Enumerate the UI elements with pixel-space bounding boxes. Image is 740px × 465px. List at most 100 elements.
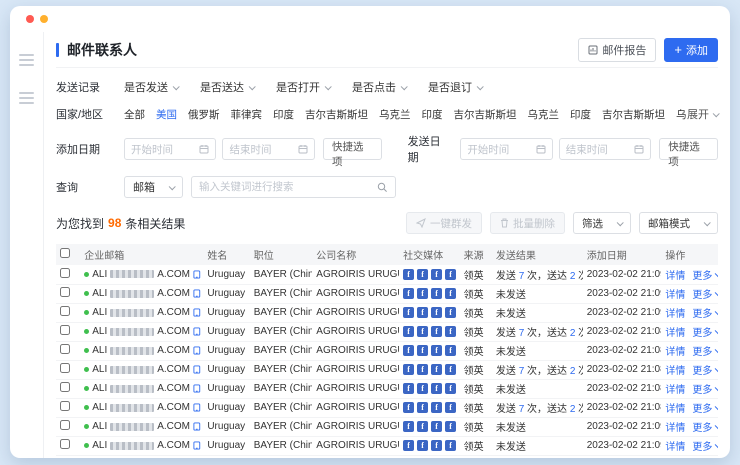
- row-checkbox[interactable]: [60, 401, 70, 411]
- more-link[interactable]: 更多: [692, 381, 718, 396]
- facebook-icon[interactable]: f: [445, 440, 456, 451]
- country-option[interactable]: 吉尔吉斯斯坦: [305, 107, 368, 122]
- detail-link[interactable]: 详情: [665, 309, 685, 320]
- more-link[interactable]: 更多: [692, 286, 718, 301]
- facebook-icon[interactable]: f: [403, 326, 414, 337]
- email-report-button[interactable]: 邮件报告: [578, 38, 656, 62]
- more-link[interactable]: 更多: [692, 419, 718, 434]
- country-option[interactable]: 吉尔吉斯斯坦: [454, 107, 517, 122]
- detail-link[interactable]: 详情: [665, 290, 685, 301]
- send-record-option[interactable]: 是否打开: [276, 79, 330, 95]
- country-option[interactable]: 乌克兰: [676, 107, 687, 122]
- facebook-icon[interactable]: f: [445, 307, 456, 318]
- facebook-icon[interactable]: f: [445, 288, 456, 299]
- more-link[interactable]: 更多: [692, 400, 718, 415]
- send-record-option[interactable]: 是否送达: [200, 79, 254, 95]
- facebook-icon[interactable]: f: [417, 307, 428, 318]
- country-option[interactable]: 全部: [124, 107, 145, 122]
- mode-select[interactable]: 邮箱模式: [639, 212, 718, 234]
- facebook-icon[interactable]: f: [417, 440, 428, 451]
- query-field-select[interactable]: 邮箱: [124, 176, 183, 198]
- phone-icon[interactable]: [193, 384, 202, 393]
- add-date-start-input[interactable]: 开始时间: [124, 138, 216, 160]
- facebook-icon[interactable]: f: [445, 326, 456, 337]
- facebook-icon[interactable]: f: [403, 440, 414, 451]
- add-date-quick-button[interactable]: 快捷选项: [323, 138, 382, 160]
- facebook-icon[interactable]: f: [431, 269, 442, 280]
- send-record-option[interactable]: 是否点击: [352, 79, 406, 95]
- facebook-icon[interactable]: f: [403, 307, 414, 318]
- detail-link[interactable]: 详情: [665, 423, 685, 434]
- more-link[interactable]: 更多: [692, 438, 718, 453]
- facebook-icon[interactable]: f: [431, 364, 442, 375]
- facebook-icon[interactable]: f: [431, 383, 442, 394]
- facebook-icon[interactable]: f: [417, 288, 428, 299]
- facebook-icon[interactable]: f: [431, 307, 442, 318]
- facebook-icon[interactable]: f: [403, 364, 414, 375]
- phone-icon[interactable]: [193, 289, 202, 298]
- menu-icon[interactable]: [19, 92, 34, 104]
- facebook-icon[interactable]: f: [431, 402, 442, 413]
- facebook-icon[interactable]: f: [431, 440, 442, 451]
- more-link[interactable]: 更多: [692, 324, 718, 339]
- facebook-icon[interactable]: f: [445, 364, 456, 375]
- row-checkbox[interactable]: [60, 287, 70, 297]
- search-icon[interactable]: [377, 182, 388, 193]
- phone-icon[interactable]: [193, 308, 202, 317]
- phone-icon[interactable]: [193, 270, 202, 279]
- phone-icon[interactable]: [193, 327, 202, 336]
- detail-link[interactable]: 详情: [665, 404, 685, 415]
- send-date-end-input[interactable]: 结束时间: [559, 138, 651, 160]
- country-option[interactable]: 印度: [422, 107, 443, 122]
- more-link[interactable]: 更多: [692, 305, 718, 320]
- row-checkbox[interactable]: [60, 420, 70, 430]
- send-record-option[interactable]: 是否发送: [124, 79, 178, 95]
- row-checkbox[interactable]: [60, 306, 70, 316]
- facebook-icon[interactable]: f: [403, 402, 414, 413]
- country-option[interactable]: 印度: [570, 107, 591, 122]
- row-checkbox[interactable]: [60, 268, 70, 278]
- detail-link[interactable]: 详情: [665, 271, 685, 282]
- facebook-icon[interactable]: f: [417, 364, 428, 375]
- facebook-icon[interactable]: f: [417, 402, 428, 413]
- detail-link[interactable]: 详情: [665, 366, 685, 377]
- facebook-icon[interactable]: f: [445, 345, 456, 356]
- send-date-start-input[interactable]: 开始时间: [460, 138, 552, 160]
- facebook-icon[interactable]: f: [431, 326, 442, 337]
- mass-send-button[interactable]: 一键群发: [406, 212, 482, 234]
- country-option[interactable]: 印度: [273, 107, 294, 122]
- facebook-icon[interactable]: f: [403, 288, 414, 299]
- phone-icon[interactable]: [193, 365, 202, 374]
- detail-link[interactable]: 详情: [665, 328, 685, 339]
- facebook-icon[interactable]: f: [403, 269, 414, 280]
- window-minimize-dot[interactable]: [40, 15, 48, 23]
- select-all-checkbox[interactable]: [60, 248, 70, 258]
- facebook-icon[interactable]: f: [431, 345, 442, 356]
- phone-icon[interactable]: [193, 346, 202, 355]
- facebook-icon[interactable]: f: [431, 421, 442, 432]
- window-close-dot[interactable]: [26, 15, 34, 23]
- detail-link[interactable]: 详情: [665, 442, 685, 453]
- expand-toggle[interactable]: 展开: [687, 106, 718, 122]
- facebook-icon[interactable]: f: [403, 383, 414, 394]
- more-link[interactable]: 更多: [692, 362, 718, 377]
- country-option[interactable]: 乌克兰: [528, 107, 560, 122]
- filter-select[interactable]: 筛选: [573, 212, 631, 234]
- facebook-icon[interactable]: f: [417, 269, 428, 280]
- country-option[interactable]: 乌克兰: [379, 107, 411, 122]
- detail-link[interactable]: 详情: [665, 347, 685, 358]
- row-checkbox[interactable]: [60, 363, 70, 373]
- facebook-icon[interactable]: f: [445, 421, 456, 432]
- search-input[interactable]: [199, 181, 377, 193]
- country-option[interactable]: 美国: [156, 107, 177, 122]
- phone-icon[interactable]: [193, 441, 202, 450]
- row-checkbox[interactable]: [60, 325, 70, 335]
- batch-delete-button[interactable]: 批量删除: [490, 212, 565, 234]
- facebook-icon[interactable]: f: [445, 402, 456, 413]
- country-option[interactable]: 吉尔吉斯斯坦: [602, 107, 665, 122]
- detail-link[interactable]: 详情: [665, 385, 685, 396]
- facebook-icon[interactable]: f: [445, 269, 456, 280]
- facebook-icon[interactable]: f: [417, 383, 428, 394]
- send-date-quick-button[interactable]: 快捷选项: [659, 138, 718, 160]
- facebook-icon[interactable]: f: [403, 345, 414, 356]
